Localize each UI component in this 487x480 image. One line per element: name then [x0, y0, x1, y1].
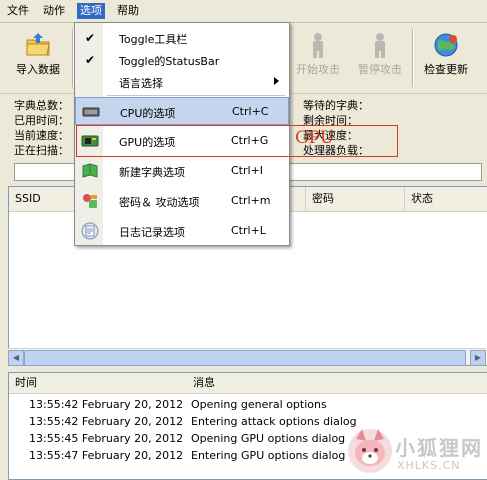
- check-update-button[interactable]: 检查更新: [416, 27, 476, 89]
- log-time: 13:55:45 February 20, 2012: [29, 432, 184, 445]
- check-update-label: 检查更新: [424, 63, 468, 76]
- column-message[interactable]: 消息: [187, 373, 487, 394]
- menu-item-label: 语言选择: [119, 77, 163, 90]
- submenu-arrow-icon: [274, 77, 279, 85]
- log-file-icon: [81, 222, 99, 240]
- scroll-thumb[interactable]: [24, 350, 466, 366]
- menu-item-shortcut: Ctrl+L: [231, 224, 266, 237]
- menu-item-toggle-statusbar[interactable]: ✔ Toggle的StatusBar: [75, 49, 289, 71]
- folder-import-icon: [24, 31, 52, 59]
- horizontal-scrollbar[interactable]: ◀ ▶: [8, 348, 486, 366]
- current-speed-label: 当前速度：: [14, 129, 69, 142]
- log-time: 13:55:42 February 20, 2012: [29, 415, 184, 428]
- log-message: Opening general options: [191, 398, 327, 411]
- menu-item-toggle-toolbar[interactable]: ✔ Toggle工具栏: [75, 27, 289, 49]
- waiting-dict-label: 等待的字典：: [303, 99, 369, 112]
- menu-help[interactable]: 帮助: [114, 3, 142, 19]
- dict-total-label: 字典总数：: [14, 99, 69, 112]
- menu-item-label: 密码＆ 攻动选项: [119, 196, 200, 209]
- menu-item-shortcut: Ctrl+C: [232, 105, 269, 118]
- cpu-chip-icon: [82, 103, 100, 121]
- key-tools-icon: [81, 192, 99, 210]
- log-time: 13:55:47 February 20, 2012: [29, 449, 184, 462]
- start-attack-button[interactable]: 开始攻击: [288, 27, 348, 89]
- toolbar-separator: [412, 29, 414, 87]
- start-attack-label: 开始攻击: [296, 63, 340, 76]
- column-status[interactable]: 状态: [405, 187, 487, 212]
- menu-item-shortcut: Ctrl+I: [231, 164, 264, 177]
- column-time[interactable]: 时间: [9, 373, 188, 394]
- fox-logo-icon: [348, 429, 392, 473]
- pause-attack-button[interactable]: 暂停攻击: [350, 27, 410, 89]
- import-data-label: 导入数据: [16, 63, 60, 76]
- log-message: Opening GPU options dialog: [191, 432, 346, 445]
- scroll-right-icon[interactable]: ▶: [470, 350, 486, 366]
- watermark-title: 小狐狸网: [395, 436, 483, 460]
- column-password[interactable]: 密码: [306, 187, 405, 212]
- pause-attack-label: 暂停攻击: [358, 63, 402, 76]
- log-time: 13:55:42 February 20, 2012: [29, 398, 184, 411]
- menu-item-label: 新建字典选项: [119, 166, 185, 179]
- menu-item-label: Toggle工具栏: [119, 33, 188, 46]
- menu-file[interactable]: 文件: [4, 3, 32, 19]
- attack-figure-icon: [304, 31, 332, 59]
- import-data-button[interactable]: 导入数据: [8, 27, 68, 89]
- menu-item-cpu-options[interactable]: CPU的选项 Ctrl+C: [75, 97, 289, 125]
- scroll-left-icon[interactable]: ◀: [8, 350, 24, 366]
- menu-item-label: CPU的选项: [120, 107, 176, 120]
- watermark-url: XHLKS.CN: [397, 459, 461, 472]
- globe-update-icon: [432, 31, 460, 59]
- menu-item-log-options[interactable]: 日志记录选项 Ctrl+L: [75, 217, 289, 245]
- menu-bar: 文件 动作 选项 帮助: [0, 0, 487, 23]
- menu-options[interactable]: 选项: [77, 3, 105, 19]
- menu-item-language[interactable]: 语言选择: [75, 71, 289, 93]
- book-icon: [81, 162, 99, 180]
- menu-separator: [107, 95, 285, 96]
- log-message: Entering attack options dialog: [191, 415, 357, 428]
- pause-figure-icon: [366, 31, 394, 59]
- menu-item-password-attack[interactable]: 密码＆ 攻动选项 Ctrl+m: [75, 187, 289, 215]
- menu-item-new-dictionary[interactable]: 新建字典选项 Ctrl+I: [75, 157, 289, 185]
- menu-item-shortcut: Ctrl+m: [231, 194, 271, 207]
- elapsed-time-label: 已用时间：: [14, 114, 69, 127]
- annotation-box: [76, 125, 398, 157]
- annotation-text: GPU: [295, 128, 335, 148]
- scanning-label: 正在扫描：: [14, 144, 69, 157]
- checkmark-icon: ✔: [85, 53, 96, 67]
- log-message: Entering GPU options dialog: [191, 449, 346, 462]
- checkmark-icon: ✔: [85, 31, 96, 45]
- menu-item-label: 日志记录选项: [119, 226, 185, 239]
- menu-action[interactable]: 动作: [40, 3, 68, 19]
- menu-item-label: Toggle的StatusBar: [119, 55, 220, 68]
